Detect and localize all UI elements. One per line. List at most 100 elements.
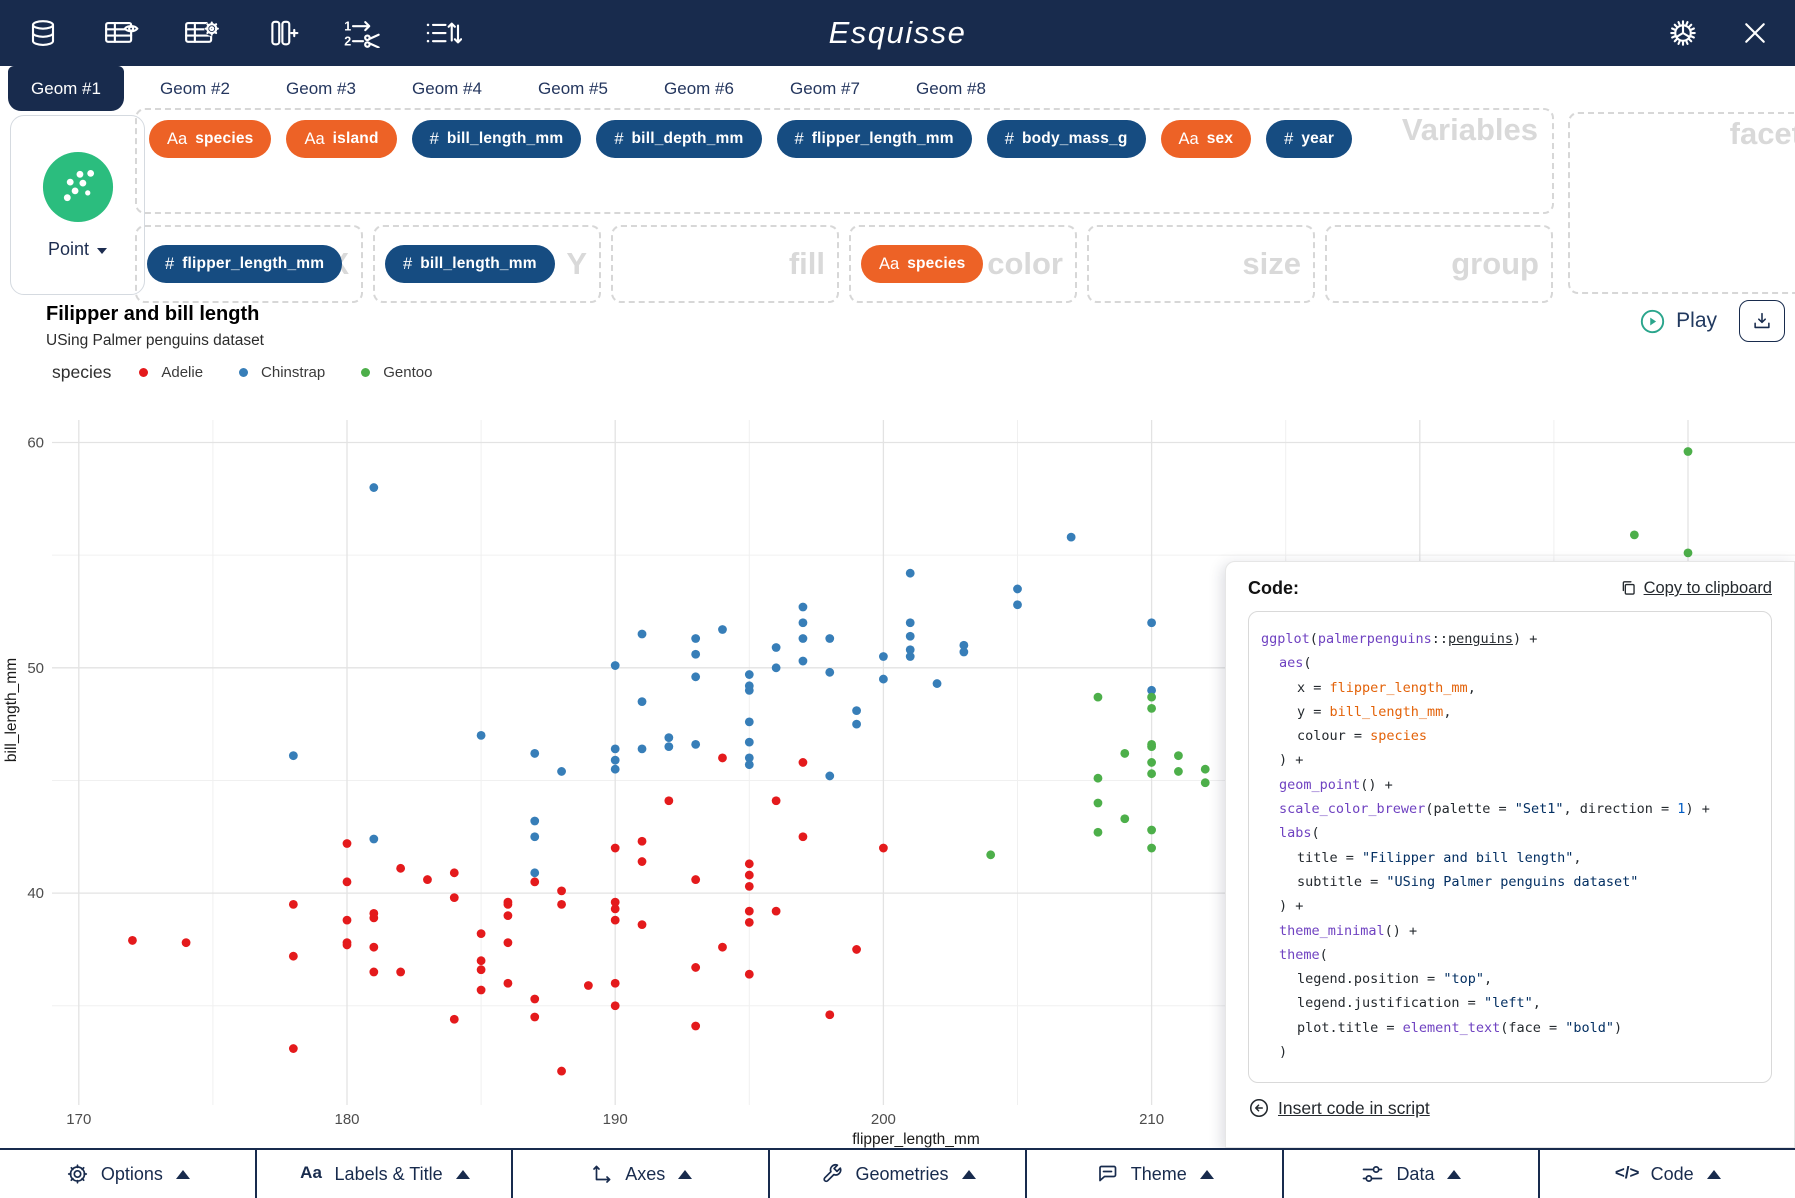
bottombar-label: Code [1651,1164,1694,1185]
continuous-type-icon: # [614,130,623,149]
play-button-label: Play [1676,309,1717,333]
geom-tab-2[interactable]: Geom #2 [132,66,258,111]
aes-zone-label-color: color [987,246,1063,282]
variable-pill-body_mass_g[interactable]: #body_mass_g [987,120,1146,158]
axes-icon [589,1162,614,1186]
aa-icon: Aa [299,1162,324,1186]
bottombar-label: Theme [1131,1164,1187,1185]
code-line: ) + [1261,894,1759,918]
variable-pill-sex[interactable]: Aasex [1161,120,1252,158]
settings-gear-icon[interactable] [1667,18,1699,48]
esquisse-app: 12 Esquisse Geom #1Geom #2Geom #3Geom #4… [0,0,1795,1198]
point-geom-icon [41,150,115,224]
variable-pill-island[interactable]: Aaisland [286,120,396,158]
variables-dropzone[interactable]: Variables AaspeciesAaisland#bill_length_… [135,108,1554,214]
geom-selector-dropdown[interactable]: Point [10,115,145,295]
scatter-points-adelie [128,754,888,1076]
variable-pill-year[interactable]: #year [1266,120,1352,158]
pill-label: flipper_length_mm [812,130,954,148]
svg-text:60: 60 [27,435,44,452]
bottombar-theme-button[interactable]: Theme [1025,1150,1282,1198]
code-line: plot.title = element_text(face = "bold") [1261,1016,1759,1040]
svg-text:1: 1 [344,20,351,34]
collapse-triangle-icon [1707,1170,1721,1179]
code-line: subtitle = "USing Palmer penguins datase… [1261,870,1759,894]
code-line: colour = species [1261,724,1759,748]
close-icon[interactable] [1739,18,1771,48]
legend-dot [139,368,148,377]
facet-dropzone[interactable]: facet [1568,112,1795,294]
update-variables-icon[interactable] [184,18,222,48]
code-line: legend.justification = "left", [1261,991,1759,1015]
aes-zone-label-fill: fill [789,246,825,282]
legend-dot [239,368,248,377]
copy-to-clipboard-link[interactable]: Copy to clipboard [1619,579,1772,598]
aes-dropzone-y[interactable]: Y#bill_length_mm [373,225,601,303]
code-line: ) + [1261,748,1759,772]
continuous-type-icon: # [430,130,439,149]
svg-text:200: 200 [871,1111,896,1128]
svg-text:50: 50 [27,660,44,677]
svg-text:190: 190 [603,1111,628,1128]
variable-pill-bill_depth_mm[interactable]: # bill_depth_mm [596,120,761,158]
variable-pill-species[interactable]: Aa species [861,245,983,283]
wrench-icon [819,1162,844,1186]
aes-dropzone-group[interactable]: group [1325,225,1553,303]
database-icon[interactable] [24,18,62,48]
variable-pill-flipper_length_mm[interactable]: #flipper_length_mm [777,120,972,158]
aes-dropzone-color[interactable]: color Aa species [849,225,1077,303]
create-column-icon[interactable] [264,18,302,48]
bottom-bar: OptionsAaLabels & TitleAxesGeometries The… [0,1148,1795,1198]
y-axis-label: bill_length_mm [3,658,20,762]
continuous-type-icon: # [403,255,412,274]
variable-pill-species[interactable]: Aaspecies [149,120,271,158]
navbar-left-icons: 12 [24,18,462,48]
geom-tab-4[interactable]: Geom #4 [384,66,510,111]
geom-tab-6[interactable]: Geom #6 [636,66,762,111]
geom-tab-1[interactable]: Geom #1 [8,66,124,111]
bottombar-geometries-button[interactable]: Geometries [768,1150,1025,1198]
x-axis-label: flipper_length_mm [852,1131,980,1148]
bottombar-data-button[interactable]: Data [1282,1150,1539,1198]
code-icon: </> [1615,1162,1640,1186]
plot-toolbar: Play [1633,300,1785,342]
svg-text:210: 210 [1139,1111,1164,1128]
code-line: ggplot(palmerpenguins::penguins) + [1261,627,1759,651]
pill-label: bill_depth_mm [632,130,744,148]
legend-label: Chinstrap [261,364,325,381]
bottombar-options-button[interactable]: Options [0,1150,255,1198]
bottombar-labels-title-button[interactable]: AaLabels & Title [255,1150,512,1198]
continuous-type-icon: # [1284,130,1293,149]
cut-slice-icon[interactable]: 12 [344,18,382,48]
code-line: theme( [1261,943,1759,967]
discrete-type-icon: Aa [879,255,899,274]
pill-label: species [907,255,965,273]
legend-label: Adelie [161,364,203,381]
aes-dropzone-x[interactable]: X#flipper_length_mm [135,225,363,303]
variable-pill-bill_length_mm[interactable]: #bill_length_mm [385,245,555,283]
axis-tick-labels: 170180190200210405060 [27,435,1164,1129]
code-line: legend.position = "top", [1261,967,1759,991]
variable-pill-bill_length_mm[interactable]: # bill_length_mm [412,120,582,158]
scatter-points-chinstrap [289,483,1156,877]
code-line: scale_color_brewer(palette = "Set1", dir… [1261,797,1759,821]
insert-code-link[interactable]: Insert code in script [1248,1097,1430,1119]
aes-dropzone-fill[interactable]: fill [611,225,839,303]
geom-tab-5[interactable]: Geom #5 [510,66,636,111]
aes-dropzone-size[interactable]: size [1087,225,1315,303]
pill-label: bill_length_mm [447,130,563,148]
geom-tab-7[interactable]: Geom #7 [762,66,888,111]
download-plot-button[interactable] [1739,300,1785,342]
legend-entry-gentoo: Gentoo [361,364,432,381]
geom-tab-8[interactable]: Geom #8 [888,66,1014,111]
download-icon [1751,310,1773,332]
bottombar-code-button[interactable]: </> Code [1538,1150,1795,1198]
reorder-levels-icon[interactable] [424,18,462,48]
variable-pill-flipper_length_mm[interactable]: #flipper_length_mm [147,245,342,283]
bottombar-axes-button[interactable]: Axes [511,1150,768,1198]
view-data-icon[interactable] [104,18,142,48]
collapse-triangle-icon [962,1170,976,1179]
geom-tab-3[interactable]: Geom #3 [258,66,384,111]
play-button[interactable]: Play [1633,307,1723,336]
code-line: x = flipper_length_mm, [1261,676,1759,700]
